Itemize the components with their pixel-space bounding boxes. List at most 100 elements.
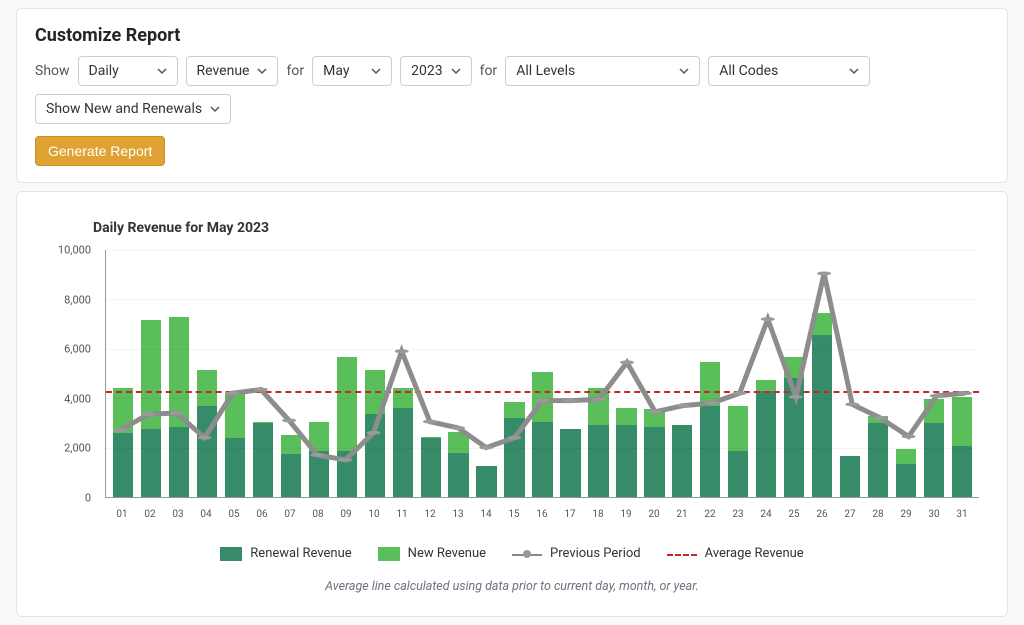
bar-slot [222, 250, 248, 497]
bar-slot [278, 250, 304, 497]
period-value: Daily [89, 63, 119, 79]
bar-slot [418, 250, 444, 497]
bar-renewal [504, 418, 524, 497]
period-select[interactable]: Daily [78, 56, 178, 86]
bar-slot [390, 250, 416, 497]
bar-renewal [365, 414, 385, 497]
chart-card: Daily Revenue for May 2023 02,0004,0006,… [16, 191, 1008, 617]
bar-slot [949, 250, 975, 497]
bar-slot [558, 250, 584, 497]
bar-new [868, 416, 888, 423]
swatch-previous [512, 547, 542, 561]
plot-area [105, 250, 979, 498]
chart-wrap: 02,0004,0006,0008,00010,000 010203040506… [39, 240, 985, 530]
x-label: 23 [725, 509, 751, 520]
showtype-value: Show New and Renewals [46, 101, 202, 117]
x-label: 24 [753, 509, 779, 520]
bar-new [113, 388, 133, 432]
year-select[interactable]: 2023 [400, 56, 471, 86]
bar-renewal [840, 456, 860, 497]
swatch-new [378, 547, 400, 561]
codes-select[interactable]: All Codes [708, 56, 870, 86]
bar-renewal [672, 425, 692, 497]
bar-new [448, 432, 468, 453]
bar-slot [753, 250, 779, 497]
bar-slot [781, 250, 807, 497]
x-label: 25 [781, 509, 807, 520]
bar-new [644, 409, 664, 426]
bar-slot [641, 250, 667, 497]
bar-new [924, 399, 944, 422]
x-label: 15 [501, 509, 527, 520]
x-axis-labels: 0102030405060708091011121314151617181920… [105, 509, 979, 520]
bar-slot [474, 250, 500, 497]
levels-select[interactable]: All Levels [505, 56, 700, 86]
x-label: 31 [949, 509, 975, 520]
bars-container [106, 250, 979, 497]
bar-renewal [644, 427, 664, 497]
bar-new [728, 406, 748, 452]
showtype-select[interactable]: Show New and Renewals [35, 94, 231, 124]
legend-average: Average Revenue [667, 546, 804, 561]
chevron-down-icon [371, 66, 381, 76]
bar-new [169, 317, 189, 427]
bar-slot [250, 250, 276, 497]
x-label: 27 [837, 509, 863, 520]
generate-report-button[interactable]: Generate Report [35, 136, 165, 166]
x-label: 20 [641, 509, 667, 520]
bar-renewal [337, 451, 357, 497]
chevron-down-icon [157, 66, 167, 76]
bar-new [756, 380, 776, 391]
chart-title: Daily Revenue for May 2023 [93, 220, 985, 236]
for-label-1: for [286, 63, 304, 79]
bar-new [337, 357, 357, 451]
legend-previous: Previous Period [512, 546, 641, 561]
bar-slot [194, 250, 220, 497]
customize-title: Customize Report [35, 25, 989, 46]
customize-report-card: Customize Report Show Daily Revenue for … [16, 8, 1008, 183]
x-label: 26 [809, 509, 835, 520]
bar-renewal [784, 378, 804, 497]
bar-renewal [448, 453, 468, 497]
x-label: 30 [921, 509, 947, 520]
bar-renewal [728, 451, 748, 497]
x-label: 16 [529, 509, 555, 520]
bar-slot [613, 250, 639, 497]
chart-caption: Average line calculated using data prior… [39, 579, 985, 594]
legend-new-label: New Revenue [408, 546, 486, 561]
bar-renewal [588, 425, 608, 497]
bar-slot [865, 250, 891, 497]
bar-slot [697, 250, 723, 497]
legend-renewal-label: Renewal Revenue [250, 546, 351, 561]
bar-slot [893, 250, 919, 497]
month-select[interactable]: May [312, 56, 392, 86]
bar-slot [725, 250, 751, 497]
bar-slot [166, 250, 192, 497]
bar-slot [669, 250, 695, 497]
legend: Renewal Revenue New Revenue Previous Per… [39, 546, 985, 561]
metric-select[interactable]: Revenue [186, 56, 279, 86]
bar-new [281, 435, 301, 454]
month-value: May [323, 63, 349, 79]
bar-renewal [952, 446, 972, 497]
bar-slot [502, 250, 528, 497]
chevron-down-icon [257, 66, 267, 76]
codes-value: All Codes [719, 63, 778, 79]
bar-new [588, 388, 608, 425]
bar-new [197, 370, 217, 406]
x-label: 11 [389, 509, 415, 520]
bar-new [616, 408, 636, 425]
bar-new [141, 320, 161, 429]
x-label: 28 [865, 509, 891, 520]
bar-new [784, 357, 804, 378]
bar-renewal [756, 391, 776, 497]
bar-renewal [868, 423, 888, 497]
show-label: Show [35, 63, 70, 79]
legend-previous-label: Previous Period [550, 546, 641, 561]
bar-new [532, 372, 552, 421]
bar-slot [306, 250, 332, 497]
bar-slot [110, 250, 136, 497]
bar-renewal [700, 406, 720, 497]
bar-renewal [169, 427, 189, 497]
average-line [106, 391, 979, 393]
